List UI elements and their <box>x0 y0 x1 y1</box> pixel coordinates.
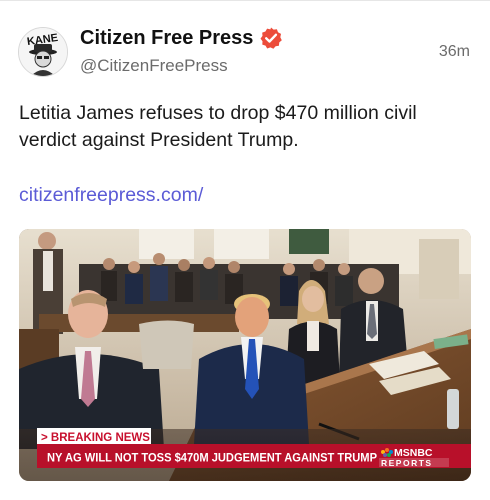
verified-badge-icon <box>259 26 283 50</box>
top-divider <box>0 0 490 1</box>
network-sub-text: REPORTS <box>381 458 433 468</box>
avatar[interactable]: KANE <box>18 27 68 77</box>
courtroom-photo: > BREAKING NEWS NY AG WILL NOT TOSS $470… <box>19 229 471 481</box>
media-image[interactable]: > BREAKING NEWS NY AG WILL NOT TOSS $470… <box>19 229 471 481</box>
avatar-image: KANE <box>19 28 67 76</box>
chyron-headline: NY AG WILL NOT TOSS $470M JUDGEMENT AGAI… <box>47 451 377 465</box>
handle[interactable]: @CitizenFreePress <box>80 56 228 76</box>
breaking-news-label: > BREAKING NEWS <box>41 432 150 444</box>
timestamp: 36m <box>438 43 470 60</box>
post-text: Letitia James refuses to drop $470 milli… <box>19 102 417 151</box>
display-name[interactable]: Citizen Free Press <box>80 27 253 50</box>
post-link[interactable]: citizenfreepress.com/ <box>19 184 203 207</box>
